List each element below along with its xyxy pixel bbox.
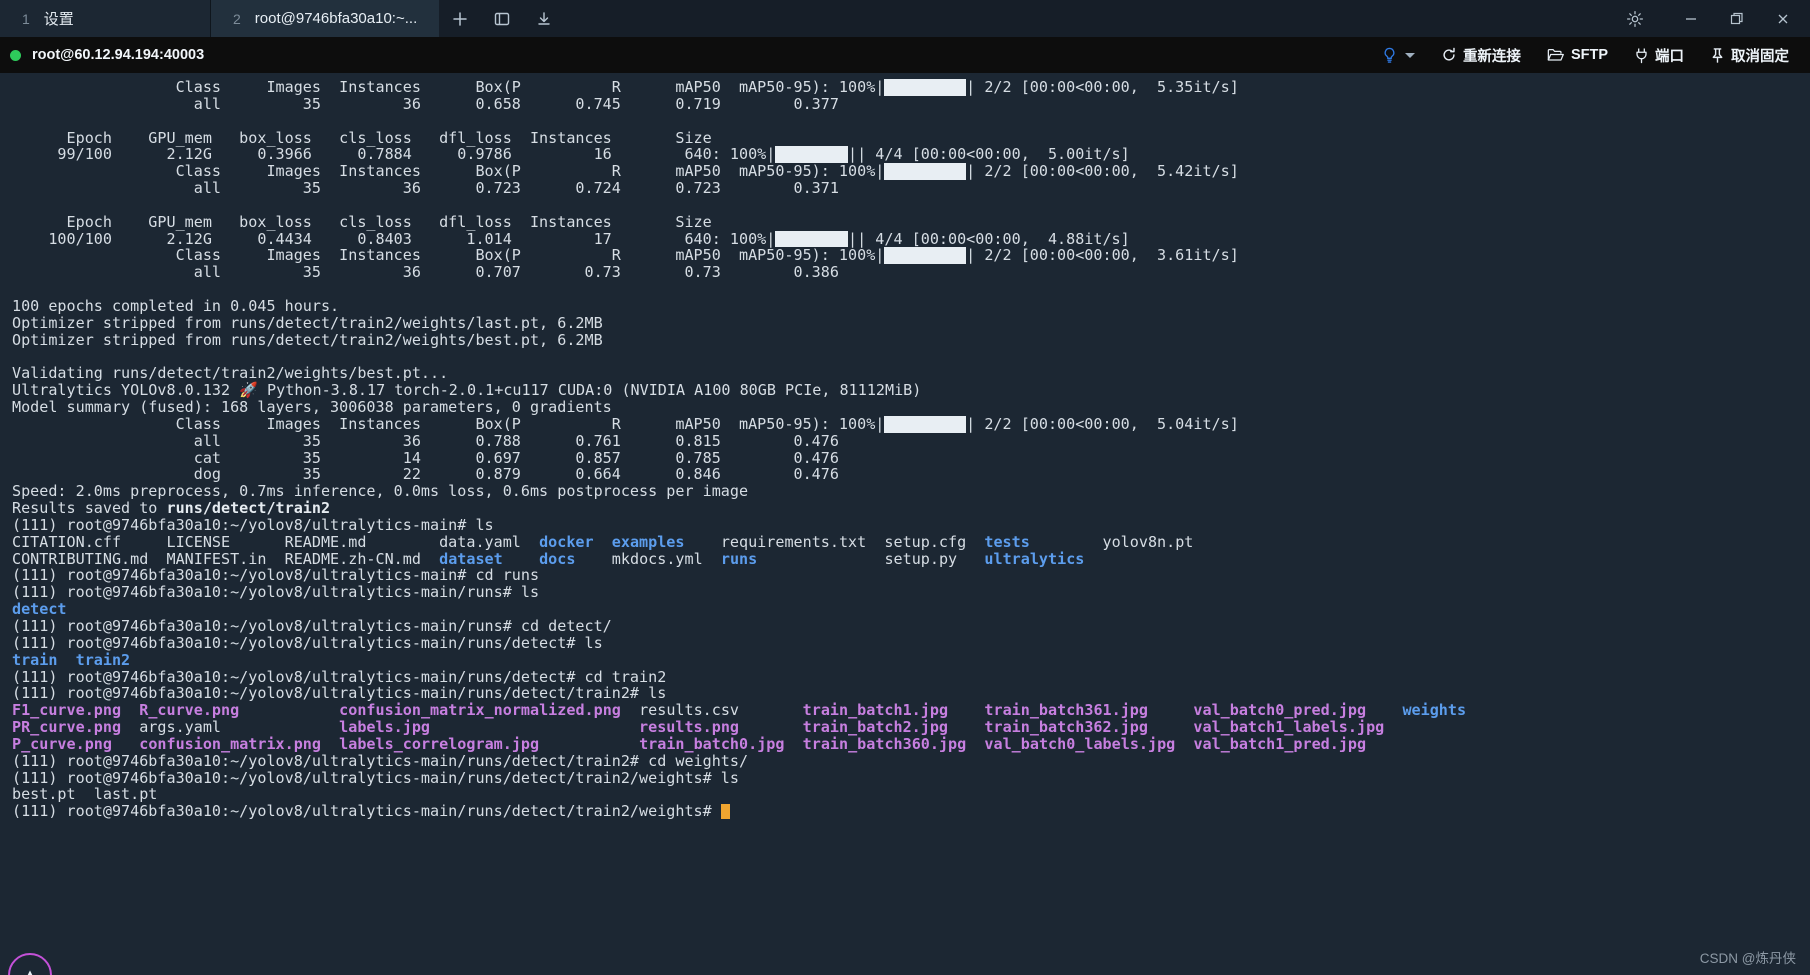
tab-bar: 1 设置 2 root@9746bfa30a10:~... (0, 0, 1810, 37)
maximize-button[interactable] (1714, 0, 1760, 37)
tab-number: 1 (22, 10, 30, 27)
unpin-button[interactable]: 取消固定 (1697, 37, 1802, 73)
sftp-label: SFTP (1570, 47, 1608, 63)
plug-icon (1634, 47, 1649, 64)
chevron-down-icon (1404, 52, 1415, 58)
tab-ssh-session[interactable]: 2 root@9746bfa30a10:~... (211, 0, 440, 37)
tab-settings[interactable]: 1 设置 (0, 0, 210, 37)
tab-label: root@9746bfa30a10:~... (254, 10, 418, 27)
host-label: root@60.12.94.194:40003 (32, 47, 205, 63)
terminal-output[interactable]: Class Images Instances Box(P R mAP50 mAP… (0, 73, 1810, 975)
refresh-icon (1441, 47, 1457, 63)
new-tab-button[interactable] (439, 0, 481, 37)
close-button[interactable] (1760, 0, 1806, 37)
gear-icon[interactable] (1612, 0, 1658, 37)
split-pane-icon[interactable] (481, 0, 523, 37)
connection-status-dot (10, 49, 21, 61)
window-controls (1612, 0, 1810, 37)
suggestion-bulb-button[interactable] (1369, 37, 1428, 73)
download-icon[interactable] (523, 0, 565, 37)
watermark: CSDN @炼丹侠 (1699, 951, 1796, 966)
minimize-button[interactable] (1668, 0, 1714, 37)
pin-icon (1710, 47, 1725, 64)
session-toolbar: root@60.12.94.194:40003 重新连接 SFTP 端口 取消固… (0, 37, 1810, 73)
overlay-badge-icon[interactable]: ▲ (8, 953, 52, 975)
reconnect-button[interactable]: 重新连接 (1428, 37, 1534, 73)
folder-open-icon (1547, 47, 1565, 63)
sftp-button[interactable]: SFTP (1534, 37, 1621, 73)
tab-label: 设置 (43, 11, 74, 28)
lightbulb-icon (1382, 47, 1397, 64)
unpin-label: 取消固定 (1731, 48, 1789, 65)
terminal-text: Class Images Instances Box(P R mAP50 mAP… (12, 78, 1467, 821)
tab-number: 2 (233, 10, 241, 27)
port-button[interactable]: 端口 (1621, 37, 1697, 73)
reconnect-label: 重新连接 (1462, 48, 1521, 65)
port-label: 端口 (1655, 48, 1684, 65)
